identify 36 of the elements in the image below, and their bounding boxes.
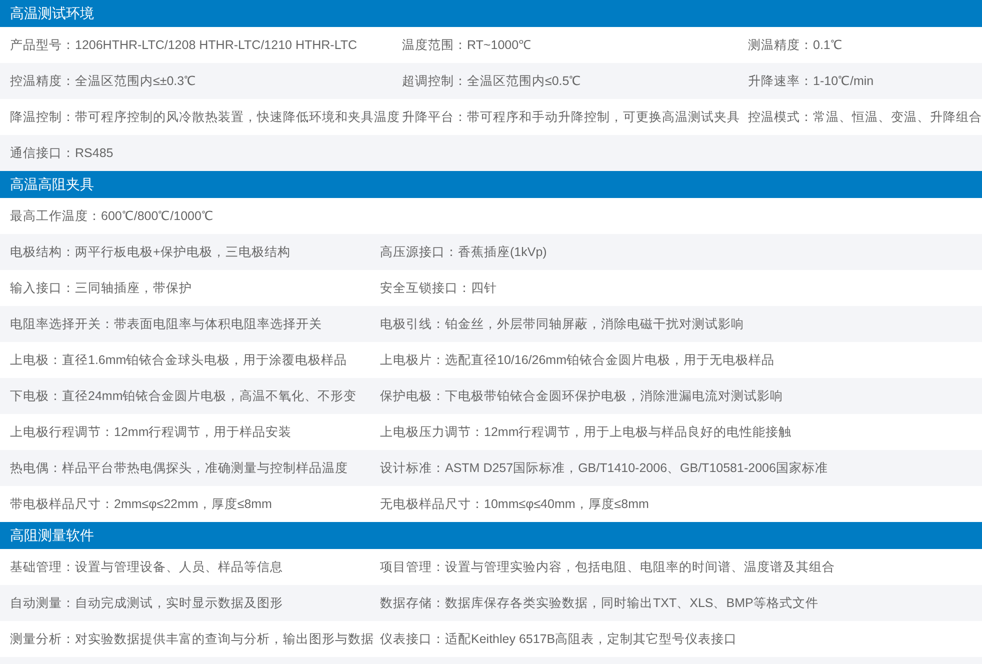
spec-text: 升降速率：1-10℃/min [748, 72, 874, 90]
spec-text: 项目管理：设置与管理实验内容，包括电阻、电阻率的时间谱、温度谱及其组合 [380, 558, 835, 576]
spec-text: 电极引线：铂金丝，外层带同轴屏蔽，消除电磁干扰对测试影响 [380, 316, 744, 333]
spec-text: 升降平台：带可程序和手动升降控制，可更换高温测试夹具 [402, 108, 740, 126]
spec-text: 控温精度：全温区范围内≤±0.3℃ [10, 72, 196, 90]
spec-text: 仪表接口：适配Keithley 6517B高阻表，定制其它型号仪表接口 [380, 630, 738, 648]
spec-text: 下电极：直径24mm铂铱合金圆片电极，高温不氧化、不形变 [10, 388, 357, 405]
spec-text: 通信接口：RS485 [10, 144, 114, 162]
spec-text: 测量分析：对实验数据提供丰富的查询与分析，输出图形与数据 [10, 630, 374, 648]
spec-text: 设计标准：ASTM D257国际标准，GB/T1410-2006、GB/T10581-2006国家标准 [380, 460, 828, 477]
spec-text: 降温控制：带可程序控制的风冷散热装置，快速降低环境和夹具温度 [10, 108, 400, 126]
spec-text: 电极结构：两平行板电极+保护电极，三电极结构 [10, 244, 290, 261]
spec-text: 输入接口：三同轴插座，带保护 [10, 280, 192, 297]
spec-text: 热电偶：样品平台带热电偶探头，准确测量与控制样品温度 [10, 460, 348, 477]
spec-text: 保护电极：下电极带铂铱合金圆环保护电极，消除泄漏电流对测试影响 [380, 388, 783, 405]
section-header: 高温测试环境 [0, 0, 982, 27]
spec-text: 上电极：直径1.6mm铂铱合金球头电极，用于涂覆电极样品 [10, 352, 348, 369]
spec-text: 安全互锁接口：四针 [380, 280, 497, 297]
spec-text: 高压源接口：香蕉插座(1kVp) [380, 244, 547, 261]
spec-text: 数据存储：数据库保存各类实验数据，同时输出TXT、XLS、BMP等格式文件 [380, 594, 818, 612]
spec-text: 超调控制：全温区范围内≤0.5℃ [402, 72, 582, 90]
spec-text: 电阻率选择开关：带表面电阻率与体积电阻率选择开关 [10, 316, 322, 333]
spec-text: 上电极行程调节：12mm行程调节，用于样品安装 [10, 424, 292, 441]
spec-text: 温度范围：RT~1000℃ [402, 36, 531, 54]
spec-text: 控温模式：常温、恒温、变温、升降组合 [748, 108, 982, 126]
section-header: 高温高阻夹具 [0, 171, 982, 198]
spec-text: 测温精度：0.1℃ [748, 36, 842, 54]
section-header: 高阻测量软件 [0, 522, 982, 549]
spec-text: 产品型号：1206HTHR-LTC/1208 HTHR-LTC/1210 HTHR-LTC [10, 36, 358, 54]
spec-text: 无电极样品尺寸：10mm≤φ≤40mm，厚度≤8mm [380, 496, 649, 513]
spec-text: 基础管理：设置与管理设备、人员、样品等信息 [10, 558, 283, 576]
spec-text: 最高工作温度：600℃/800℃/1000℃ [10, 208, 214, 225]
spec-text: 上电极压力调节：12mm行程调节，用于上电极与样品良好的电性能接触 [380, 424, 792, 441]
spec-text: 自动测量：自动完成测试，实时显示数据及图形 [10, 594, 283, 612]
spec-text: 上电极片：选配直径10/16/26mm铂铱合金圆片电极，用于无电极样品 [380, 352, 774, 369]
spec-text: 带电极样品尺寸：2mm≤φ≤22mm，厚度≤8mm [10, 496, 272, 513]
